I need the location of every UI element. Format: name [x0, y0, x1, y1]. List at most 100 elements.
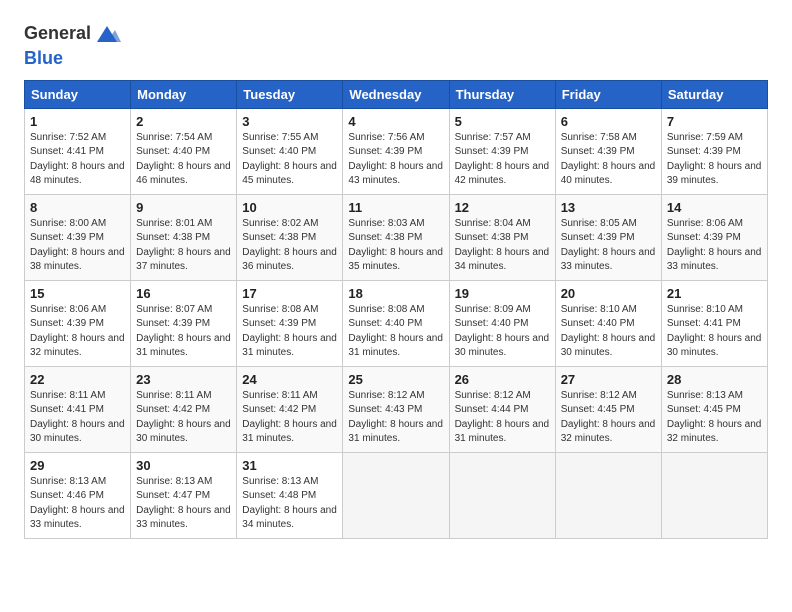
calendar-cell: 10 Sunrise: 8:02 AM Sunset: 4:38 PM Dayl…: [237, 194, 343, 280]
day-number: 3: [242, 114, 337, 129]
day-number: 16: [136, 286, 231, 301]
day-info: Sunrise: 7:52 AM Sunset: 4:41 PM Dayligh…: [30, 131, 125, 189]
calendar-cell: [343, 452, 449, 538]
week-row-4: 22 Sunrise: 8:11 AM Sunset: 4:41 PM Dayl…: [25, 366, 768, 452]
day-info: Sunrise: 7:58 AM Sunset: 4:39 PM Dayligh…: [561, 131, 656, 189]
calendar-cell: 14 Sunrise: 8:06 AM Sunset: 4:39 PM Dayl…: [661, 194, 767, 280]
calendar-cell: [449, 452, 555, 538]
calendar-header-row: SundayMondayTuesdayWednesdayThursdayFrid…: [25, 80, 768, 108]
logo-blue: Blue: [24, 48, 63, 68]
day-info: Sunrise: 8:01 AM Sunset: 4:38 PM Dayligh…: [136, 217, 231, 275]
calendar-cell: 30 Sunrise: 8:13 AM Sunset: 4:47 PM Dayl…: [131, 452, 237, 538]
day-number: 31: [242, 458, 337, 473]
day-number: 5: [455, 114, 550, 129]
week-row-5: 29 Sunrise: 8:13 AM Sunset: 4:46 PM Dayl…: [25, 452, 768, 538]
day-number: 18: [348, 286, 443, 301]
calendar-cell: 18 Sunrise: 8:08 AM Sunset: 4:40 PM Dayl…: [343, 280, 449, 366]
day-info: Sunrise: 8:10 AM Sunset: 4:41 PM Dayligh…: [667, 303, 762, 361]
day-info: Sunrise: 8:13 AM Sunset: 4:45 PM Dayligh…: [667, 389, 762, 447]
week-row-1: 1 Sunrise: 7:52 AM Sunset: 4:41 PM Dayli…: [25, 108, 768, 194]
day-info: Sunrise: 8:06 AM Sunset: 4:39 PM Dayligh…: [667, 217, 762, 275]
day-number: 15: [30, 286, 125, 301]
calendar-cell: [661, 452, 767, 538]
day-info: Sunrise: 8:02 AM Sunset: 4:38 PM Dayligh…: [242, 217, 337, 275]
calendar-cell: 11 Sunrise: 8:03 AM Sunset: 4:38 PM Dayl…: [343, 194, 449, 280]
day-number: 19: [455, 286, 550, 301]
day-info: Sunrise: 7:56 AM Sunset: 4:39 PM Dayligh…: [348, 131, 443, 189]
day-number: 26: [455, 372, 550, 387]
day-info: Sunrise: 8:10 AM Sunset: 4:40 PM Dayligh…: [561, 303, 656, 361]
logo-icon: [93, 20, 121, 48]
day-info: Sunrise: 7:55 AM Sunset: 4:40 PM Dayligh…: [242, 131, 337, 189]
day-number: 13: [561, 200, 656, 215]
day-info: Sunrise: 8:12 AM Sunset: 4:43 PM Dayligh…: [348, 389, 443, 447]
calendar-cell: 4 Sunrise: 7:56 AM Sunset: 4:39 PM Dayli…: [343, 108, 449, 194]
week-row-3: 15 Sunrise: 8:06 AM Sunset: 4:39 PM Dayl…: [25, 280, 768, 366]
header-tuesday: Tuesday: [237, 80, 343, 108]
calendar-cell: 29 Sunrise: 8:13 AM Sunset: 4:46 PM Dayl…: [25, 452, 131, 538]
week-row-2: 8 Sunrise: 8:00 AM Sunset: 4:39 PM Dayli…: [25, 194, 768, 280]
day-number: 21: [667, 286, 762, 301]
calendar-cell: 6 Sunrise: 7:58 AM Sunset: 4:39 PM Dayli…: [555, 108, 661, 194]
calendar-cell: 17 Sunrise: 8:08 AM Sunset: 4:39 PM Dayl…: [237, 280, 343, 366]
day-number: 28: [667, 372, 762, 387]
day-info: Sunrise: 8:13 AM Sunset: 4:46 PM Dayligh…: [30, 475, 125, 533]
day-info: Sunrise: 8:08 AM Sunset: 4:40 PM Dayligh…: [348, 303, 443, 361]
calendar-cell: 8 Sunrise: 8:00 AM Sunset: 4:39 PM Dayli…: [25, 194, 131, 280]
logo: General Blue: [24, 20, 121, 70]
calendar-cell: 7 Sunrise: 7:59 AM Sunset: 4:39 PM Dayli…: [661, 108, 767, 194]
header-friday: Friday: [555, 80, 661, 108]
header-thursday: Thursday: [449, 80, 555, 108]
day-number: 25: [348, 372, 443, 387]
day-number: 8: [30, 200, 125, 215]
calendar-cell: 2 Sunrise: 7:54 AM Sunset: 4:40 PM Dayli…: [131, 108, 237, 194]
day-info: Sunrise: 8:03 AM Sunset: 4:38 PM Dayligh…: [348, 217, 443, 275]
day-number: 23: [136, 372, 231, 387]
day-number: 4: [348, 114, 443, 129]
calendar-cell: 16 Sunrise: 8:07 AM Sunset: 4:39 PM Dayl…: [131, 280, 237, 366]
day-info: Sunrise: 8:11 AM Sunset: 4:42 PM Dayligh…: [136, 389, 231, 447]
day-number: 14: [667, 200, 762, 215]
calendar-cell: [555, 452, 661, 538]
day-info: Sunrise: 8:07 AM Sunset: 4:39 PM Dayligh…: [136, 303, 231, 361]
calendar-cell: 22 Sunrise: 8:11 AM Sunset: 4:41 PM Dayl…: [25, 366, 131, 452]
logo-general: General: [24, 23, 91, 43]
calendar-cell: 13 Sunrise: 8:05 AM Sunset: 4:39 PM Dayl…: [555, 194, 661, 280]
header-sunday: Sunday: [25, 80, 131, 108]
header-wednesday: Wednesday: [343, 80, 449, 108]
calendar-cell: 12 Sunrise: 8:04 AM Sunset: 4:38 PM Dayl…: [449, 194, 555, 280]
day-number: 27: [561, 372, 656, 387]
day-info: Sunrise: 8:05 AM Sunset: 4:39 PM Dayligh…: [561, 217, 656, 275]
day-info: Sunrise: 7:54 AM Sunset: 4:40 PM Dayligh…: [136, 131, 231, 189]
day-info: Sunrise: 8:06 AM Sunset: 4:39 PM Dayligh…: [30, 303, 125, 361]
day-number: 24: [242, 372, 337, 387]
day-info: Sunrise: 8:12 AM Sunset: 4:44 PM Dayligh…: [455, 389, 550, 447]
day-info: Sunrise: 8:00 AM Sunset: 4:39 PM Dayligh…: [30, 217, 125, 275]
calendar-cell: 9 Sunrise: 8:01 AM Sunset: 4:38 PM Dayli…: [131, 194, 237, 280]
calendar-cell: 1 Sunrise: 7:52 AM Sunset: 4:41 PM Dayli…: [25, 108, 131, 194]
day-number: 17: [242, 286, 337, 301]
calendar-table: SundayMondayTuesdayWednesdayThursdayFrid…: [24, 80, 768, 539]
calendar-cell: 26 Sunrise: 8:12 AM Sunset: 4:44 PM Dayl…: [449, 366, 555, 452]
day-number: 11: [348, 200, 443, 215]
day-number: 6: [561, 114, 656, 129]
calendar-cell: 27 Sunrise: 8:12 AM Sunset: 4:45 PM Dayl…: [555, 366, 661, 452]
day-info: Sunrise: 8:04 AM Sunset: 4:38 PM Dayligh…: [455, 217, 550, 275]
calendar-cell: 3 Sunrise: 7:55 AM Sunset: 4:40 PM Dayli…: [237, 108, 343, 194]
calendar-cell: 19 Sunrise: 8:09 AM Sunset: 4:40 PM Dayl…: [449, 280, 555, 366]
day-info: Sunrise: 8:12 AM Sunset: 4:45 PM Dayligh…: [561, 389, 656, 447]
day-number: 10: [242, 200, 337, 215]
day-info: Sunrise: 8:11 AM Sunset: 4:41 PM Dayligh…: [30, 389, 125, 447]
day-number: 9: [136, 200, 231, 215]
day-number: 30: [136, 458, 231, 473]
calendar-cell: 21 Sunrise: 8:10 AM Sunset: 4:41 PM Dayl…: [661, 280, 767, 366]
day-info: Sunrise: 8:08 AM Sunset: 4:39 PM Dayligh…: [242, 303, 337, 361]
day-info: Sunrise: 7:57 AM Sunset: 4:39 PM Dayligh…: [455, 131, 550, 189]
calendar-cell: 31 Sunrise: 8:13 AM Sunset: 4:48 PM Dayl…: [237, 452, 343, 538]
calendar-cell: 25 Sunrise: 8:12 AM Sunset: 4:43 PM Dayl…: [343, 366, 449, 452]
page-header: General Blue: [24, 20, 768, 70]
header-monday: Monday: [131, 80, 237, 108]
day-info: Sunrise: 7:59 AM Sunset: 4:39 PM Dayligh…: [667, 131, 762, 189]
calendar-cell: 28 Sunrise: 8:13 AM Sunset: 4:45 PM Dayl…: [661, 366, 767, 452]
day-info: Sunrise: 8:13 AM Sunset: 4:48 PM Dayligh…: [242, 475, 337, 533]
